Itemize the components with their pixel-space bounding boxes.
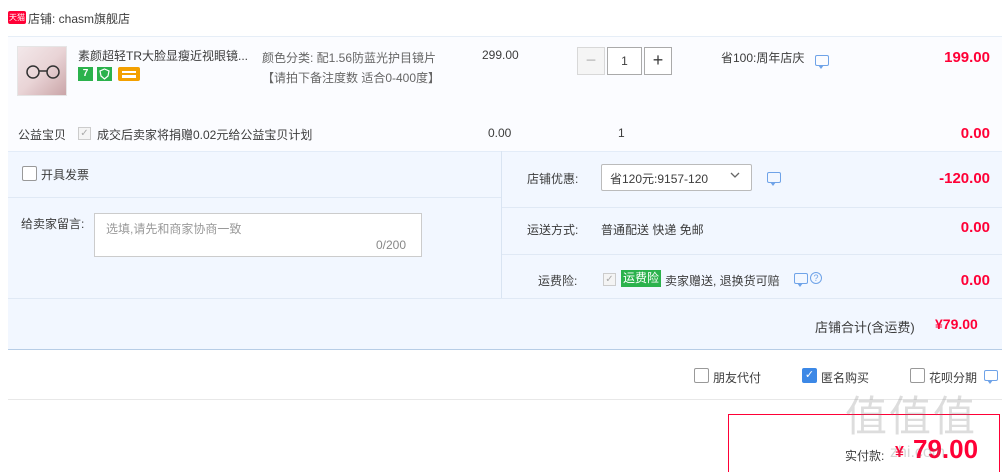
- help-icon[interactable]: ?: [810, 272, 822, 284]
- shop-total-label: 店铺合计(含运费): [815, 320, 915, 335]
- sku-info: 颜色分类: 配1.56防蓝光护目镜片【请拍下备注度数 适合0-400度】: [262, 51, 441, 85]
- promo-selected-value: 省120元:9157-120: [610, 172, 709, 186]
- insurance-text: 卖家赠送, 退换货可赔: [665, 274, 780, 288]
- friend-pay-checkbox[interactable]: [694, 368, 709, 383]
- right-divider-1: [502, 207, 1002, 208]
- charity-price: 0.00: [488, 126, 512, 140]
- invoice-checkbox[interactable]: [22, 166, 37, 181]
- invoice-label: 开具发票: [41, 168, 90, 182]
- shipping-amount: 0.00: [960, 219, 990, 236]
- charity-label: 公益宝贝: [18, 128, 67, 142]
- discount-info-icon[interactable]: [815, 55, 829, 69]
- insurance-tag: 运费险: [621, 270, 662, 287]
- shipping-method: 普通配送 快递 免邮: [601, 223, 704, 237]
- insurance-label: 运费险:: [538, 274, 578, 288]
- quantity-input[interactable]: 1: [607, 47, 642, 75]
- panel-divider: [501, 151, 502, 298]
- tmall-badge: 天猫: [8, 11, 26, 24]
- anonymous-checkbox[interactable]: ✓: [802, 368, 817, 383]
- guarantee-icon: [97, 67, 112, 81]
- insurance-amount: 0.00: [960, 272, 990, 289]
- quantity-increase-button[interactable]: +: [644, 47, 672, 75]
- charity-checkbox: ✓: [78, 127, 91, 140]
- watermark-logo: 值值值: [845, 392, 978, 441]
- charity-description: 成交后卖家将捐赠0.02元给公益宝贝计划: [97, 128, 313, 142]
- message-placeholder: 选填,请先和商家协商一致: [106, 222, 242, 236]
- quantity-decrease-button[interactable]: −: [577, 47, 605, 75]
- shipping-label: 运送方式:: [527, 223, 579, 237]
- right-divider-2: [502, 254, 1002, 255]
- promo-amount: -120.00: [939, 170, 990, 187]
- huabei-checkbox[interactable]: [910, 368, 925, 383]
- left-divider: [8, 197, 501, 198]
- huabei-info-icon[interactable]: [984, 370, 998, 384]
- charity-subtotal: 0.00: [960, 125, 990, 142]
- promo-label: 店铺优惠:: [527, 172, 579, 186]
- shop-name[interactable]: 店铺: chasm旗舰店: [28, 10, 130, 27]
- payment-label: 实付款:: [845, 449, 885, 463]
- insurance-chat-icon[interactable]: [794, 273, 808, 287]
- item-subtotal: 199.00: [944, 49, 990, 66]
- message-label: 给卖家留言:: [21, 217, 85, 231]
- insurance-checkbox: ✓: [603, 273, 616, 286]
- product-thumbnail[interactable]: [17, 46, 67, 96]
- friend-pay-label[interactable]: 朋友代付: [713, 369, 761, 386]
- total-divider: [8, 298, 1002, 299]
- watermark-domain: zhi.com: [890, 444, 946, 461]
- seven-day-return-icon: 7: [78, 67, 93, 81]
- shop-total-value: ¥79.00: [935, 316, 978, 332]
- unit-price: 299.00: [482, 48, 519, 62]
- item-discount: 省100:周年店庆: [721, 51, 805, 65]
- chevron-down-icon: [730, 172, 740, 178]
- credit-card-icon: [118, 67, 140, 81]
- message-char-count: 0/200: [376, 238, 407, 252]
- promo-info-icon[interactable]: [767, 172, 781, 186]
- charity-quantity: 1: [618, 126, 625, 140]
- glasses-icon: [26, 65, 60, 79]
- product-title-link[interactable]: 素颜超轻TR大脸显瘦近视眼镜...: [78, 48, 253, 64]
